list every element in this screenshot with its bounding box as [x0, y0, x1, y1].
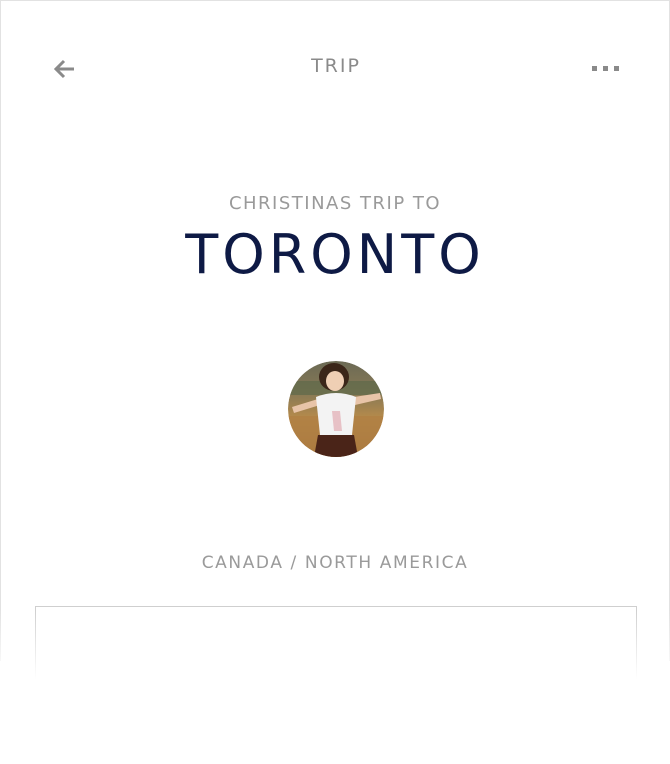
top-bar: TRIP	[1, 43, 670, 93]
more-horizontal-icon	[592, 66, 619, 71]
page-title: TRIP	[311, 55, 361, 77]
trip-city-title: TORONTO	[185, 223, 485, 286]
avatar[interactable]	[288, 361, 384, 457]
traveler-photo	[288, 361, 384, 457]
trip-details-card[interactable]	[35, 606, 637, 727]
more-button[interactable]	[585, 51, 627, 87]
trip-screen: TRIP CHRISTINAS TRIP TO TORONTO CANADA /…	[0, 0, 670, 727]
trip-subtitle: CHRISTINAS TRIP TO	[228, 193, 442, 214]
trip-location: CANADA / NORTH AMERICA	[201, 553, 469, 573]
